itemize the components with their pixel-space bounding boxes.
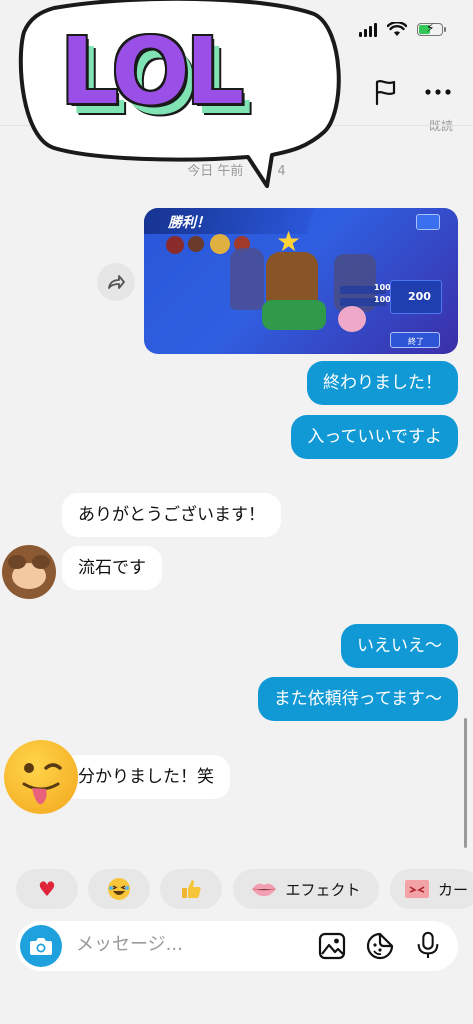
- camera-icon: [30, 938, 52, 955]
- winking-tongue-face-icon: [22, 763, 62, 805]
- game-screenshot-image[interactable]: 勝利！ ★ 100 100 200 終了: [144, 208, 458, 354]
- tree-character-base: [262, 300, 326, 330]
- message-bubble-outgoing[interactable]: 入っていいですよ: [291, 415, 458, 459]
- player-badge: [166, 236, 184, 254]
- player-badge: [188, 236, 204, 252]
- message-bubble-incoming[interactable]: ありがとうございます！: [62, 493, 281, 537]
- lol-sticker-text: LOL: [60, 18, 244, 125]
- card-label: カー: [438, 880, 469, 899]
- thumbs-up-icon: [182, 880, 201, 898]
- gallery-icon[interactable]: [318, 932, 346, 960]
- reaction-chip-effect[interactable]: エフェクト: [233, 869, 379, 909]
- monkey-avatar[interactable]: [2, 545, 56, 599]
- lips-icon: [252, 883, 277, 897]
- message-bubble-incoming[interactable]: 流石です: [62, 546, 162, 590]
- pink-character: [338, 306, 366, 332]
- status-bar: ⚡: [359, 21, 446, 37]
- reaction-chip-laugh[interactable]: [88, 869, 150, 909]
- trophy-badge: [210, 234, 230, 254]
- heart-icon: ♥: [38, 877, 56, 901]
- reaction-chip-thumbs-up[interactable]: [160, 869, 222, 909]
- camera-button[interactable]: [20, 925, 62, 967]
- victory-label: 勝利！: [168, 215, 210, 231]
- character-silhouette: [230, 248, 264, 310]
- stat-value: 100: [374, 295, 391, 304]
- message-input[interactable]: メッセージ...: [76, 931, 183, 959]
- stat-value: 100: [374, 283, 391, 292]
- sticker-icon[interactable]: [366, 932, 394, 960]
- message-bubble-incoming[interactable]: 分かりました！笑: [62, 755, 230, 799]
- end-button-label: 終了: [408, 337, 424, 346]
- winking-face-avatar[interactable]: [4, 740, 78, 814]
- monkey-face-icon: [8, 555, 50, 589]
- message-bubble-outgoing[interactable]: また依頼待ってます〜: [257, 677, 458, 721]
- message-bubble-outgoing[interactable]: いえいえ〜: [341, 624, 458, 668]
- reaction-chip-heart[interactable]: ♥: [16, 869, 78, 909]
- exit-icon[interactable]: [416, 214, 440, 230]
- laughing-face-icon: [108, 878, 130, 900]
- cellular-signal-icon: [359, 22, 377, 37]
- reaction-chip-card[interactable]: カー: [390, 869, 473, 909]
- effect-label: エフェクト: [285, 880, 361, 899]
- microphone-icon[interactable]: [414, 931, 442, 959]
- more-options-icon[interactable]: [424, 82, 452, 102]
- message-bubble-outgoing[interactable]: 終わりました！: [307, 361, 458, 405]
- forward-button[interactable]: [97, 263, 135, 301]
- card-icon: [405, 880, 429, 898]
- flag-icon[interactable]: [372, 78, 400, 106]
- wifi-icon: [387, 22, 407, 36]
- reward-value: 200: [408, 290, 431, 303]
- share-arrow-icon: [108, 275, 125, 289]
- scrollbar[interactable]: [464, 718, 467, 848]
- battery-icon: ⚡: [417, 21, 446, 36]
